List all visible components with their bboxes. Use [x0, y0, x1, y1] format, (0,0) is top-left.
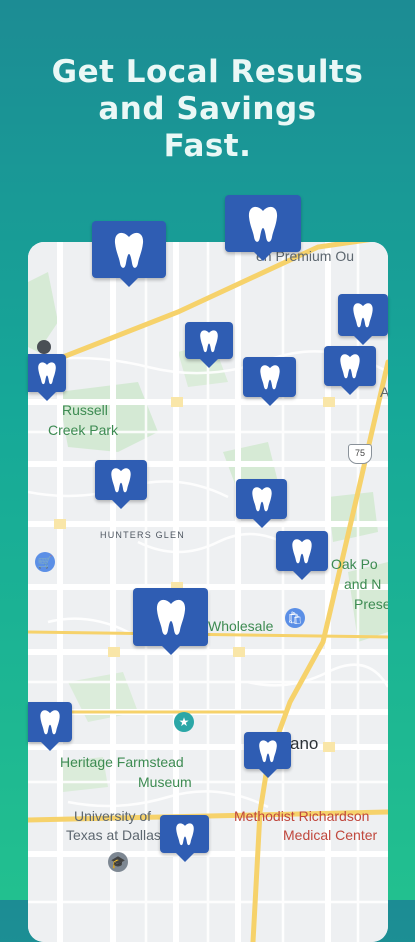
dentist-marker[interactable] — [28, 354, 66, 401]
label-creek-park: Creek Park — [48, 422, 119, 438]
dentist-marker[interactable] — [244, 732, 291, 778]
label-edge-a: A — [380, 384, 388, 400]
tooth-icon — [28, 702, 72, 742]
tooth-icon — [92, 221, 166, 278]
shopping-cart-icon[interactable]: 🛒 — [35, 552, 55, 572]
dentist-marker[interactable] — [133, 588, 208, 655]
label-wholesale: Wholesale — [208, 618, 274, 634]
tooth-icon — [338, 294, 388, 336]
tooth-icon — [225, 195, 301, 252]
tooth-icon — [324, 346, 376, 386]
shopping-bag-icon[interactable]: 🛍 — [285, 608, 305, 628]
dentist-marker[interactable] — [276, 531, 328, 580]
dentist-marker[interactable] — [28, 702, 72, 751]
dentist-marker[interactable] — [185, 322, 233, 368]
label-oak-point-2: and N — [344, 576, 382, 592]
tooth-icon — [160, 815, 209, 853]
tooth-icon — [236, 479, 287, 519]
label-heritage-1: Heritage Farmstead — [60, 754, 184, 770]
tooth-icon — [133, 588, 208, 646]
tooth-icon — [243, 357, 296, 397]
label-oak-point-1: Oak Po — [331, 556, 378, 572]
highway-75-shield: 75 — [348, 444, 372, 464]
label-oak-point-3: Prese — [354, 596, 388, 612]
tooth-icon — [185, 322, 233, 359]
dentist-marker[interactable] — [243, 357, 296, 406]
tooth-icon — [28, 354, 66, 392]
dentist-marker[interactable] — [236, 479, 287, 528]
label-hunters-glen: HUNTERS GLEN — [100, 530, 185, 540]
museum-icon[interactable]: ★ — [174, 712, 194, 732]
headline-line-1: Get Local Results — [51, 54, 364, 90]
label-university-2: Texas at Dallas — [66, 827, 161, 843]
map-pin-icon — [37, 340, 51, 354]
headline: Get Local Results and Savings Fast. — [0, 54, 415, 165]
tooth-icon — [244, 732, 291, 769]
label-heritage-2: Museum — [138, 774, 192, 790]
label-russell: Russell — [62, 402, 108, 418]
headline-line-2: and Savings — [98, 91, 317, 127]
school-icon[interactable]: 🎓 — [108, 852, 128, 872]
dentist-marker[interactable] — [160, 815, 209, 862]
tooth-icon — [95, 460, 147, 500]
dentist-marker[interactable] — [95, 460, 147, 509]
label-plano: ano — [290, 734, 319, 753]
headline-line-3: Fast. — [163, 128, 252, 164]
dentist-marker[interactable] — [225, 195, 301, 261]
label-methodist-1: Methodist Richardson — [234, 808, 370, 824]
dentist-marker[interactable] — [338, 294, 388, 345]
label-university-1: University of — [74, 808, 152, 824]
label-methodist-2: Medical Center — [283, 827, 378, 843]
dentist-marker[interactable] — [324, 346, 376, 395]
dentist-marker[interactable] — [92, 221, 166, 287]
tooth-icon — [276, 531, 328, 571]
